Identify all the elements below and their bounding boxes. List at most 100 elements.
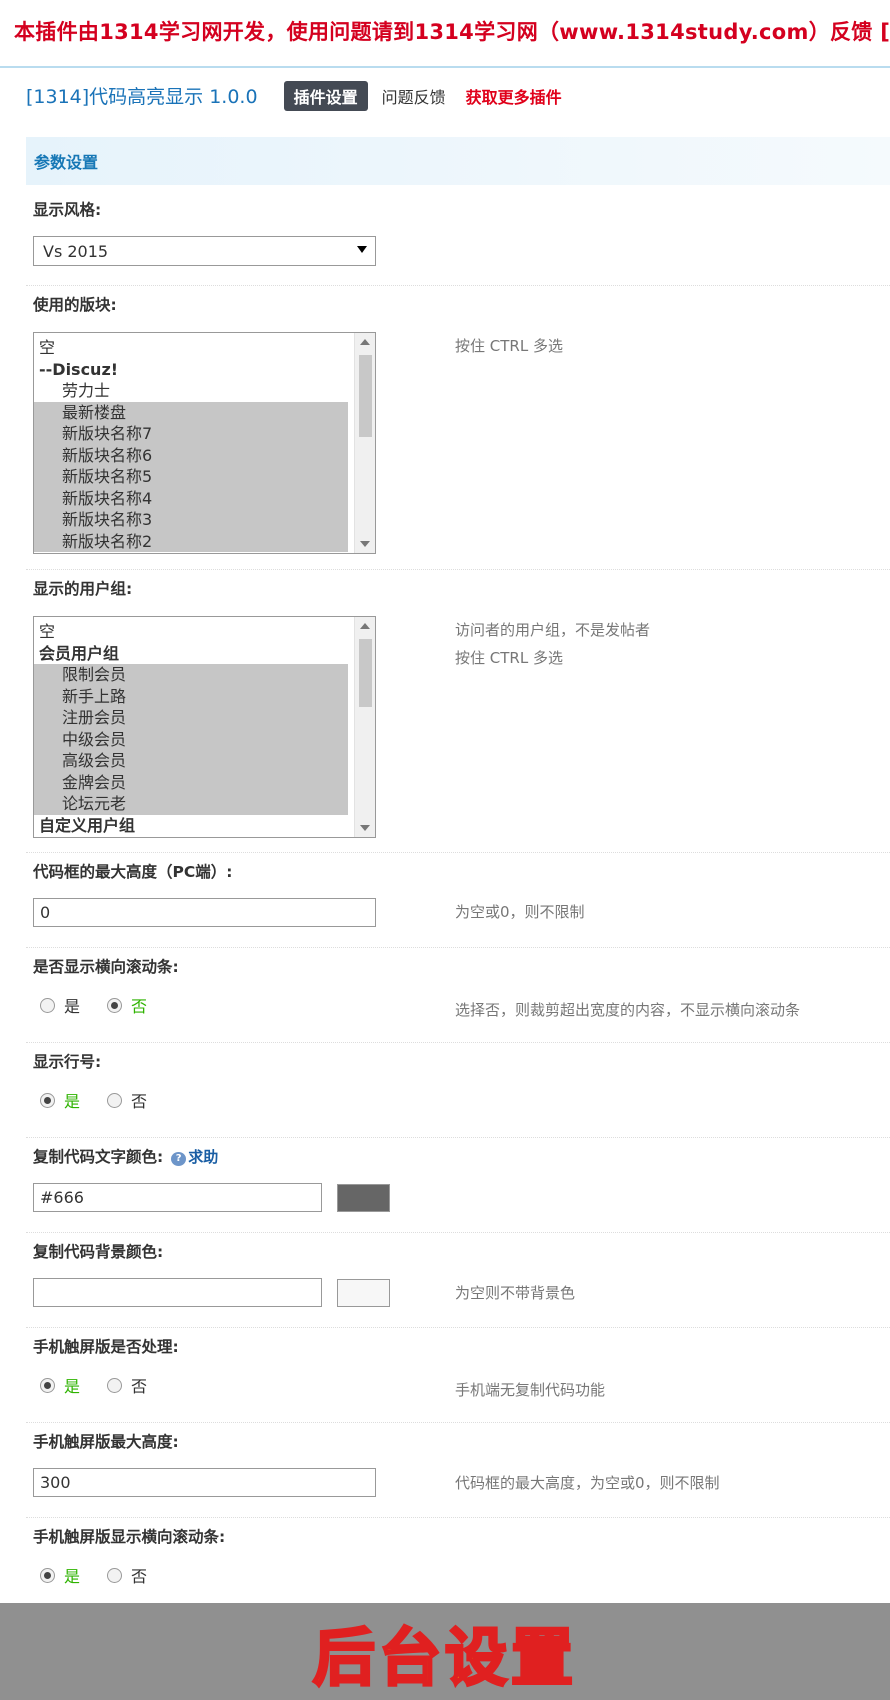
hscroll-no-label[interactable]: 否 bbox=[131, 993, 147, 1017]
forum-option[interactable]: --Discuz! bbox=[34, 359, 348, 381]
group-option[interactable]: 自定义用户组 bbox=[34, 815, 348, 837]
mobile-max-height-input[interactable]: 300 bbox=[33, 1468, 376, 1497]
line-numbers-radio-group: 是 否 bbox=[40, 1088, 174, 1112]
style-select[interactable]: Vs 2015 bbox=[33, 236, 376, 266]
group-option[interactable]: 高级会员 bbox=[34, 750, 348, 772]
mobile-max-height-desc: 代码框的最大高度，为空或0，则不限制 bbox=[455, 1474, 720, 1492]
divider bbox=[26, 1042, 890, 1043]
copy-text-color-swatch[interactable] bbox=[337, 1184, 390, 1212]
scroll-up-icon[interactable] bbox=[360, 623, 370, 629]
tab-feedback[interactable]: 问题反馈 bbox=[382, 84, 446, 108]
divider bbox=[26, 1327, 890, 1328]
style-select-value: Vs 2015 bbox=[43, 242, 109, 261]
mobile-hscroll-label: 手机触屏版显示横向滚动条: bbox=[33, 1528, 226, 1546]
group-option[interactable]: 空 bbox=[34, 621, 348, 643]
footer-caption-bar: 后台设置 bbox=[0, 1603, 890, 1700]
copy-text-color-label: 复制代码文字颜色: ? 求助 bbox=[33, 1145, 218, 1167]
forum-option[interactable]: 新版块名称6 bbox=[34, 444, 348, 466]
forum-option[interactable]: 新版块名称3 bbox=[34, 509, 348, 531]
banner-text: 本插件由1314学习网开发，使用问题请到1314学习网（www.1314stud… bbox=[14, 20, 890, 44]
hscroll-label: 是否显示横向滚动条: bbox=[33, 958, 179, 976]
copy-bg-color-swatch[interactable] bbox=[337, 1279, 390, 1307]
group-option[interactable]: 论坛元老 bbox=[34, 793, 348, 815]
forums-desc: 按住 CTRL 多选 bbox=[455, 337, 563, 355]
group-option[interactable]: 金牌会员 bbox=[34, 771, 348, 793]
divider bbox=[26, 1137, 890, 1138]
line-numbers-no-label[interactable]: 否 bbox=[131, 1088, 147, 1112]
mobile-hscroll-no-label[interactable]: 否 bbox=[131, 1563, 147, 1587]
groups-multiselect[interactable]: 空 会员用户组 限制会员 新手上路 注册会员 中级会员 高级会员 金牌会员 论坛… bbox=[33, 616, 376, 838]
section-header: 参数设置 bbox=[26, 137, 890, 185]
scroll-thumb[interactable] bbox=[359, 639, 372, 707]
max-height-pc-desc: 为空或0，则不限制 bbox=[455, 903, 585, 921]
mobile-hscroll-no-radio[interactable] bbox=[107, 1567, 123, 1583]
group-option[interactable]: 新手上路 bbox=[34, 685, 348, 707]
forum-option[interactable]: 新版块名称4 bbox=[34, 487, 348, 509]
section-title: 参数设置 bbox=[34, 153, 99, 172]
footer-caption: 后台设置 bbox=[311, 1619, 577, 1695]
hscroll-yes-radio[interactable] bbox=[40, 997, 55, 1013]
group-option[interactable]: 中级会员 bbox=[34, 728, 348, 750]
mobile-enable-no-label[interactable]: 否 bbox=[131, 1373, 147, 1397]
hscroll-desc: 选择否，则裁剪超出宽度的内容，不显示横向滚动条 bbox=[455, 1001, 801, 1019]
mobile-enable-no-radio[interactable] bbox=[107, 1377, 123, 1393]
forum-option[interactable]: 新版块名称5 bbox=[34, 466, 348, 488]
copy-bg-color-desc: 为空则不带背景色 bbox=[455, 1284, 576, 1302]
line-numbers-yes-radio[interactable] bbox=[40, 1092, 55, 1108]
group-option[interactable]: 限制会员 bbox=[34, 664, 348, 686]
mobile-enable-yes-radio[interactable] bbox=[40, 1377, 55, 1393]
groups-scrollbar[interactable] bbox=[354, 617, 375, 837]
forum-option[interactable]: 最新楼盘 bbox=[34, 401, 348, 423]
line-numbers-yes-label[interactable]: 是 bbox=[64, 1088, 80, 1112]
line-numbers-no-radio[interactable] bbox=[107, 1092, 123, 1108]
tab-plugin-settings[interactable]: 插件设置 bbox=[283, 80, 368, 111]
divider bbox=[26, 1517, 890, 1518]
tab-more-plugins[interactable]: 获取更多插件 bbox=[466, 84, 562, 108]
style-label: 显示风格: bbox=[33, 201, 102, 219]
mobile-enable-desc: 手机端无复制代码功能 bbox=[455, 1381, 606, 1399]
help-link[interactable]: ? 求助 bbox=[171, 1148, 218, 1166]
help-text[interactable]: 求助 bbox=[188, 1148, 218, 1166]
mobile-hscroll-yes-radio[interactable] bbox=[40, 1567, 55, 1583]
mobile-max-height-label: 手机触屏版最大高度: bbox=[33, 1433, 179, 1451]
forum-option[interactable]: 新版块名称7 bbox=[34, 423, 348, 445]
plugin-nav: [1314]代码高亮显示 1.0.0 插件设置 问题反馈 获取更多插件 bbox=[0, 68, 890, 123]
copy-text-color-input[interactable]: #666 bbox=[33, 1183, 322, 1212]
hscroll-radio-group: 是 否 bbox=[40, 993, 174, 1017]
scroll-up-icon[interactable] bbox=[360, 339, 370, 345]
scroll-down-icon[interactable] bbox=[360, 825, 370, 831]
divider bbox=[26, 852, 890, 853]
mobile-hscroll-radio-group: 是 否 bbox=[40, 1563, 174, 1587]
copy-bg-color-input[interactable] bbox=[33, 1278, 322, 1307]
forums-label: 使用的版块: bbox=[33, 296, 117, 314]
mobile-enable-radio-group: 是 否 bbox=[40, 1373, 174, 1397]
plugin-title: [1314]代码高亮显示 1.0.0 bbox=[26, 86, 258, 108]
copy-bg-color-label: 复制代码背景颜色: bbox=[33, 1243, 164, 1261]
hscroll-yes-label[interactable]: 是 bbox=[64, 993, 80, 1017]
group-option[interactable]: 会员用户组 bbox=[34, 643, 348, 665]
line-numbers-label: 显示行号: bbox=[33, 1053, 102, 1071]
copy-text-color-label-text: 复制代码文字颜色: bbox=[33, 1148, 164, 1166]
groups-label: 显示的用户组: bbox=[33, 580, 133, 598]
chevron-down-icon bbox=[357, 246, 367, 253]
mobile-enable-yes-label[interactable]: 是 bbox=[64, 1373, 80, 1397]
plugin-banner: 本插件由1314学习网开发，使用问题请到1314学习网（www.1314stud… bbox=[0, 0, 890, 68]
divider bbox=[26, 1232, 890, 1233]
groups-desc-2: 按住 CTRL 多选 bbox=[455, 649, 563, 667]
forums-multiselect[interactable]: 空 --Discuz! 劳力士 最新楼盘 新版块名称7 新版块名称6 新版块名称… bbox=[33, 332, 376, 554]
forum-option[interactable]: 劳力士 bbox=[34, 380, 348, 402]
divider bbox=[26, 569, 890, 570]
forum-option[interactable]: 新版块名称2 bbox=[34, 530, 348, 552]
scroll-down-icon[interactable] bbox=[360, 541, 370, 547]
mobile-hscroll-yes-label[interactable]: 是 bbox=[64, 1563, 80, 1587]
scroll-thumb[interactable] bbox=[359, 355, 372, 437]
groups-desc-1: 访问者的用户组，不是发帖者 bbox=[455, 621, 651, 639]
forums-scrollbar[interactable] bbox=[354, 333, 375, 553]
divider bbox=[26, 947, 890, 948]
group-option[interactable]: 注册会员 bbox=[34, 707, 348, 729]
forum-option[interactable]: 空 bbox=[34, 337, 348, 359]
max-height-pc-label: 代码框的最大高度（PC端）: bbox=[33, 863, 233, 881]
hscroll-no-radio[interactable] bbox=[107, 997, 123, 1013]
divider bbox=[26, 285, 890, 286]
max-height-pc-input[interactable]: 0 bbox=[33, 898, 376, 927]
